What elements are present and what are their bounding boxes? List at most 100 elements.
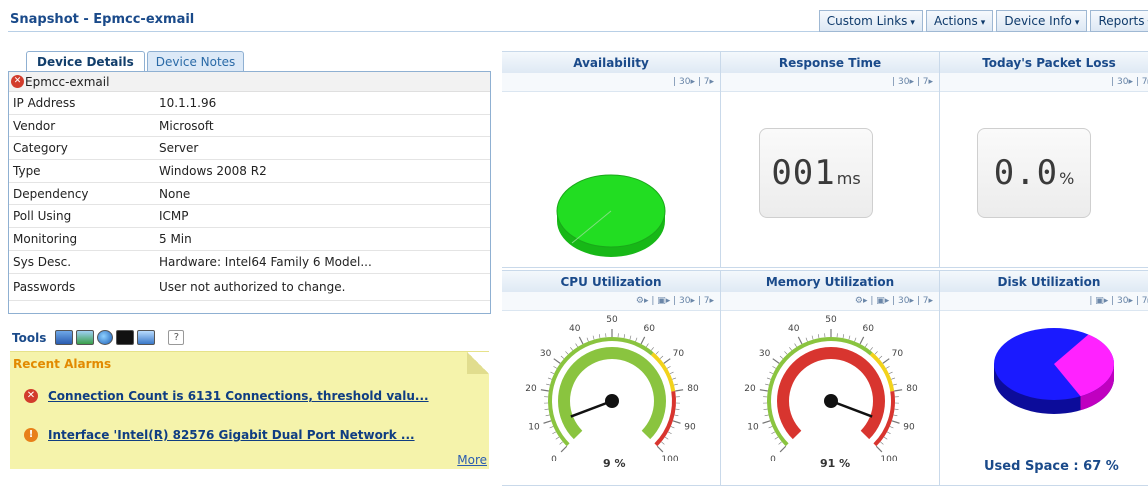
tab-device-notes[interactable]: Device Notes [146,51,245,72]
gauge-tick [797,336,803,345]
cpu-value-label: 9 % [603,457,626,470]
gauge-tick [635,337,638,342]
recent-alarms-header: Recent Alarms [13,357,112,371]
period-links[interactable]: | 30▸ | 7▸ [1111,77,1148,87]
gauge-tick-label: 60 [644,324,656,334]
response-time-value: 001 [771,153,836,193]
gauge-tick [784,351,788,355]
period-links[interactable]: ⚙▸ | ▣▸ | 30▸ | 7▸ [855,296,933,306]
gauge-tick-label: 70 [892,349,904,359]
gauge-tick [670,426,675,429]
disk-pie [994,328,1114,414]
widget-links: ⚙▸ | ▣▸ | 30▸ | 7▸ [502,292,720,311]
property-row: Sys Desc. Hardware: Intel64 Family 6 Mode… [9,251,490,274]
tools-label: Tools [12,330,47,345]
cpu-utilization-widget: CPU Utilization ⚙▸ | ▣▸ | 30▸ | 7▸ 0 10 20… [502,270,721,486]
gauge-tick-label: 0 [770,455,776,461]
device-info-menu[interactable]: Device Info ▾ [996,10,1088,32]
gauge-tick [805,337,808,342]
memory-value-label: 91 % [820,457,851,470]
gauge-tick [655,351,659,355]
property-key: Type [13,163,41,178]
gauge-tick-label: 40 [569,324,581,334]
tab-device-details[interactable]: Device Details [26,51,145,72]
gauge-tick [771,431,776,435]
gauge-tick [656,445,664,453]
property-value: 10.1.1.96 [159,95,217,110]
alarm-link[interactable]: Connection Count is 6131 Connections, th… [48,389,429,403]
period-links[interactable]: ⚙▸ | ▣▸ | 30▸ | 7▸ [636,296,714,306]
gauge-tick [674,414,679,417]
gauge-hub [605,394,619,408]
gauge-tick [553,366,558,369]
property-value: None [159,186,191,201]
help-icon[interactable]: ? [168,330,185,345]
alarm-link[interactable]: Interface 'Intel(R) 82576 Gigabit Dual P… [48,428,415,442]
gauge-tick [869,347,873,351]
actions-menu[interactable]: Actions ▾ [925,10,994,32]
gauge-tick [769,371,774,375]
period-links[interactable]: | 30▸ | 7▸ [673,77,714,87]
period-links[interactable]: | ▣▸ | 30▸ | 7▸ [1089,296,1148,306]
gauge-tick [659,355,664,359]
gauge-tick [759,389,768,392]
gauge-tick [772,366,777,369]
gauge-tick [888,371,893,375]
widget-links: ⚙▸ | ▣▸ | 30▸ | 7▸ [721,292,939,311]
property-key: Category [13,141,68,156]
gauge-tick [766,377,771,380]
property-value: Microsoft [159,118,214,133]
reports-menu[interactable]: Reports▾ [1090,10,1148,32]
gauge-tick [882,358,890,364]
gauge-tick-label: 90 [903,422,915,432]
gauge-tick [778,441,782,445]
widget-title: CPU Utilization [502,270,720,292]
gauge-tick [664,436,669,440]
property-key: Sys Desc. [13,254,72,269]
response-time-display: 001 ms [759,128,873,218]
gauge-tick [892,383,897,386]
property-value: ICMP [159,209,189,224]
property-row: Vendor Microsoft [9,115,490,138]
gauge-tick [646,343,649,348]
widget-title: Today's Packet Loss [940,51,1148,73]
gauge-tick [893,414,898,417]
gauge-tick [661,441,665,445]
gauge-tick-label: 40 [788,324,800,334]
terminal-tool-icon[interactable] [116,330,135,345]
gauge-tick [545,414,550,417]
browser-tool-icon[interactable] [97,330,114,345]
gauge-tick [544,408,549,410]
gauge-main-arc [777,347,885,440]
availability-widget: Availability | 30▸ | 7▸ [502,51,721,268]
gauge-tick [565,351,569,355]
telnet-tool-icon[interactable] [55,330,74,345]
gauge-tick [552,431,557,435]
gauge-tick-label: 10 [528,422,540,432]
property-value: User not authorized to change. [159,279,346,294]
page-fold-decoration [467,352,489,374]
gauge-tick [768,426,773,429]
gauge-tick-label: 20 [525,384,537,394]
gauge-tick [640,336,646,345]
memory-gauge: 0 10 20 30 40 50 60 70 80 90 100 [744,315,918,461]
gauge-tick [763,408,768,410]
custom-links-menu[interactable]: Custom Links ▾ [818,10,923,32]
gauge-tick [889,426,894,429]
gauge-tick [669,371,674,375]
ping-tool-icon[interactable] [76,330,95,345]
gauge-tick [854,337,857,342]
property-key: Passwords [13,279,76,294]
gauge-tick [880,441,884,445]
widget-title: Disk Utilization [940,270,1148,292]
gauge-tick [672,420,681,424]
widget-title: Memory Utilization [721,270,939,292]
widget-links: | 30▸ | 7▸ [502,73,720,92]
device-properties: IP Address 10.1.1.96 Vendor Microsoft Catego… [9,92,490,301]
more-alarms-link[interactable]: More [457,453,487,467]
gauge-tick [592,335,595,340]
remote-desktop-tool-icon[interactable] [137,330,156,345]
gauge-tick-label: 30 [759,349,771,359]
gauge-tick [547,377,552,380]
period-links[interactable]: | 30▸ | 7▸ [892,77,933,87]
